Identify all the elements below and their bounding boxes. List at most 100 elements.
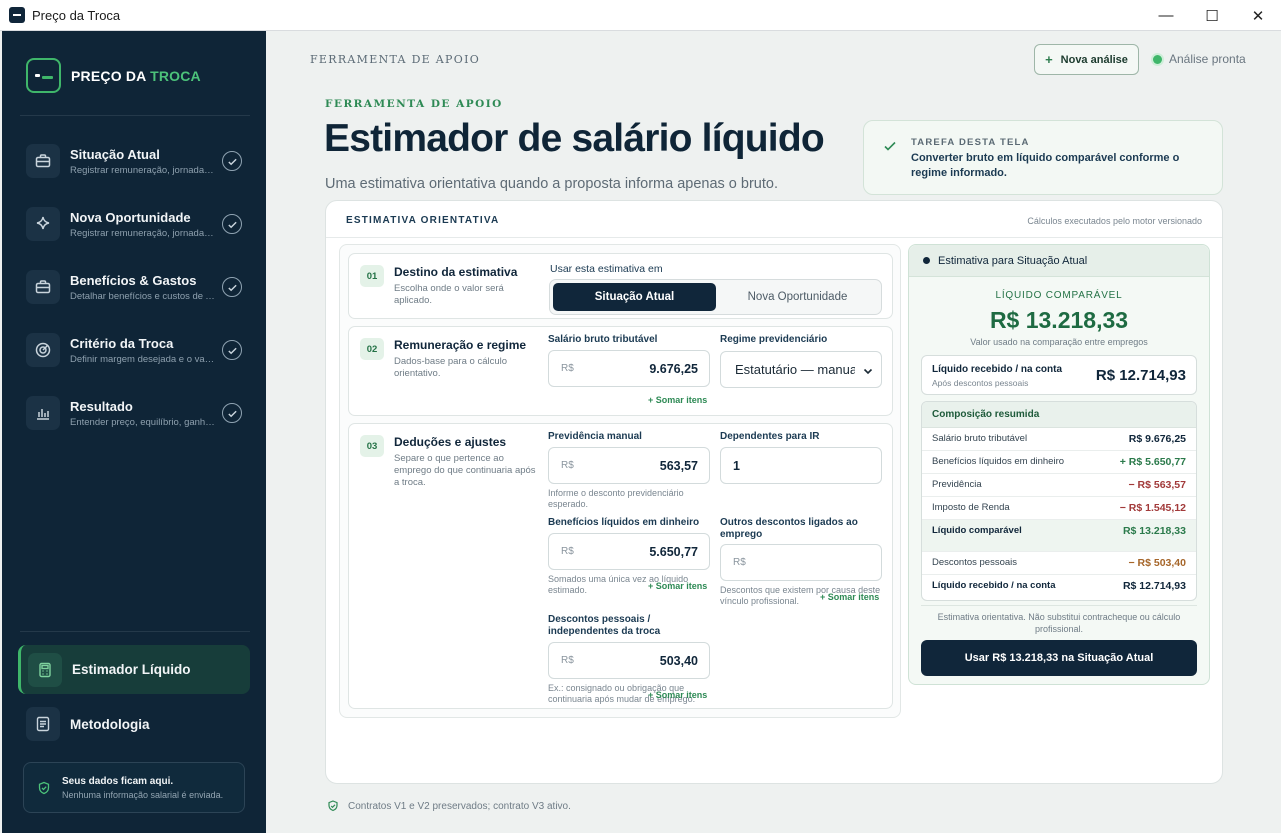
- privacy-subtitle: Nenhuma informação salarial é enviada.: [62, 789, 224, 800]
- sidebar-item-title: Nova Oportunidade: [70, 209, 191, 225]
- add-items-link[interactable]: + Somar itens: [648, 395, 707, 405]
- dependents-value: 1: [733, 459, 740, 473]
- section-deducoes: 03 Deduções e ajustes Separe o que perte…: [348, 423, 893, 709]
- window-controls: — ☐ ✕: [1143, 0, 1281, 31]
- eyebrow: FERRAMENTA DE APOIO: [325, 98, 503, 110]
- gross-salary-input[interactable]: R$ 9.676,25: [548, 350, 710, 387]
- check-icon: [222, 403, 242, 423]
- new-analysis-button[interactable]: + Nova análise: [1034, 44, 1139, 75]
- window-titlebar: Preço da Troca — ☐ ✕: [0, 0, 1281, 31]
- sidebar-item-situacao-atual[interactable]: Situação Atual Registrar remuneração, jo…: [20, 133, 252, 189]
- brand: PREÇO DA TROCA: [26, 58, 201, 93]
- section-desc: Separe o que pertence ao emprego do que …: [394, 453, 536, 488]
- personal-deductions-value: 503,40: [659, 654, 698, 668]
- section-number: 02: [360, 338, 384, 360]
- other-deductions-label: Outros descontos ligados ao emprego: [720, 517, 858, 540]
- add-items-link[interactable]: + Somar itens: [820, 592, 879, 602]
- section-remuneracao: 02 Remuneração e regime Dados-base para …: [348, 326, 893, 416]
- sidebar-item-subtitle: Detalhar benefícios e custos de At...: [70, 290, 216, 302]
- sidebar-item-estimador-liquido[interactable]: Estimador Líquido: [18, 645, 250, 694]
- sidebar-item-title: Resultado: [70, 398, 133, 414]
- received-net-subtitle: Após descontos pessoais: [932, 378, 1029, 388]
- comparable-net-subtitle: Valor usado na comparação entre empregos: [970, 337, 1148, 347]
- section-title: Deduções e ajustes: [394, 435, 507, 449]
- card-divider: [326, 237, 1222, 238]
- close-icon[interactable]: ✕: [1235, 0, 1281, 31]
- check-icon: [222, 214, 242, 234]
- personal-deductions-input[interactable]: R$ 503,40: [548, 642, 710, 679]
- regime-value: Estatutário — manual: [735, 362, 855, 377]
- add-items-link[interactable]: + Somar itens: [648, 581, 707, 591]
- sidebar-item-subtitle: Registrar remuneração, jornada e ...: [70, 164, 216, 176]
- composition-row: Imposto de Renda − R$ 1.545,12: [922, 497, 1196, 520]
- minimize-icon[interactable]: —: [1143, 0, 1189, 31]
- logo-icon: [26, 58, 61, 93]
- personal-deductions-label: Descontos pessoais / independentes da tr…: [548, 614, 661, 637]
- received-net-value: R$ 12.714,93: [1095, 367, 1186, 384]
- sidebar-item-nova-oportunidade[interactable]: Nova Oportunidade Registrar remuneração,…: [20, 196, 252, 252]
- sidebar-item-title: Situação Atual: [70, 146, 160, 162]
- composition-table: Composição resumida Salário bruto tribut…: [921, 401, 1197, 601]
- document-icon: [26, 707, 60, 741]
- calculator-icon: [28, 652, 62, 687]
- privacy-note: Seus dados ficam aqui. Nenhuma informaçã…: [23, 762, 245, 813]
- sidebar-item-metodologia[interactable]: Metodologia: [20, 704, 252, 744]
- received-net-label: Líquido recebido / na conta: [932, 364, 1063, 375]
- add-items-link[interactable]: + Somar itens: [648, 690, 707, 700]
- result-divider: [921, 605, 1197, 606]
- check-icon: [222, 340, 242, 360]
- chevron-down-icon: [863, 368, 873, 375]
- task-card: TAREFA DESTA TELA Converter bruto em líq…: [863, 120, 1223, 195]
- pension-hint: Informe o desconto previdenciário espera…: [548, 488, 684, 509]
- section-destino: 01 Destino da estimativa Escolha onde o …: [348, 253, 893, 319]
- gross-salary-value: 9.676,25: [649, 362, 698, 376]
- other-deductions-input[interactable]: R$: [720, 544, 882, 581]
- option-nova-oportunidade[interactable]: Nova Oportunidade: [716, 283, 879, 311]
- sidebar-item-criterio-troca[interactable]: Critério da Troca Definir margem desejad…: [20, 322, 252, 378]
- task-text: Converter bruto em líquido comparável co…: [911, 152, 1180, 179]
- section-title: Remuneração e regime: [394, 338, 527, 352]
- brand-name: PREÇO DA TROCA: [71, 67, 201, 84]
- bar-chart-icon: [26, 396, 60, 430]
- target-icon: [26, 333, 60, 367]
- benefits-label: Benefícios líquidos em dinheiro: [548, 517, 700, 528]
- topbar-label: FERRAMENTA DE APOIO: [310, 53, 481, 66]
- result-note: Estimativa orientativa. Não substitui co…: [937, 612, 1181, 634]
- status-dot-icon: [1153, 54, 1162, 64]
- option-situacao-atual[interactable]: Situação Atual: [553, 283, 716, 311]
- shield-icon: [328, 800, 338, 812]
- sidebar-item-subtitle: Registrar remuneração, jornada e ...: [70, 227, 216, 239]
- received-net-box: Líquido recebido / na conta Após descont…: [921, 355, 1197, 395]
- benefits-input[interactable]: R$ 5.650,77: [548, 533, 710, 570]
- sidebar-item-subtitle: Entender preço, equilíbrio, ganho ...: [70, 416, 216, 428]
- composition-header: Composição resumida: [922, 402, 1196, 428]
- task-label: TAREFA DESTA TELA: [911, 137, 1030, 148]
- card-header: ESTIMATIVA ORIENTATIVA: [346, 215, 500, 226]
- pension-label: Previdência manual: [548, 431, 642, 442]
- gross-label: Salário bruto tributável: [548, 334, 658, 345]
- currency-prefix: R$: [561, 460, 574, 471]
- dependents-input[interactable]: 1: [720, 447, 882, 484]
- use-label: Usar esta estimativa em: [550, 263, 663, 275]
- destination-toggle: Situação Atual Nova Oportunidade: [549, 279, 882, 315]
- apply-estimate-button[interactable]: Usar R$ 13.218,33 na Situação Atual: [921, 640, 1197, 676]
- benefits-value: 5.650,77: [649, 545, 698, 559]
- page-title: Estimador de salário líquido: [324, 117, 825, 160]
- privacy-title: Seus dados ficam aqui.: [62, 775, 174, 787]
- comparable-net-value: R$ 13.218,33: [989, 307, 1129, 333]
- sidebar-item-resultado[interactable]: Resultado Entender preço, equilíbrio, ga…: [20, 385, 252, 441]
- currency-prefix: R$: [561, 363, 574, 374]
- pension-input[interactable]: R$ 563,57: [548, 447, 710, 484]
- section-number: 03: [360, 435, 384, 457]
- regime-select[interactable]: Estatutário — manual: [720, 351, 882, 388]
- section-number: 01: [360, 265, 384, 287]
- maximize-icon[interactable]: ☐: [1189, 0, 1235, 31]
- composition-row: Descontos pessoais − R$ 503,40: [922, 552, 1196, 575]
- shield-icon: [38, 781, 50, 794]
- footer-note: Contratos V1 e V2 preservados; contrato …: [327, 800, 571, 812]
- status-indicator: Análise pronta: [1153, 52, 1246, 66]
- regime-label: Regime previdenciário: [720, 334, 828, 345]
- sidebar-item-beneficios-gastos[interactable]: Benefícios & Gastos Detalhar benefícios …: [20, 259, 252, 315]
- engine-note: Cálculos executados pelo motor versionad…: [1027, 216, 1202, 226]
- section-desc: Dados-base para o cálculo orientativo.: [394, 356, 508, 379]
